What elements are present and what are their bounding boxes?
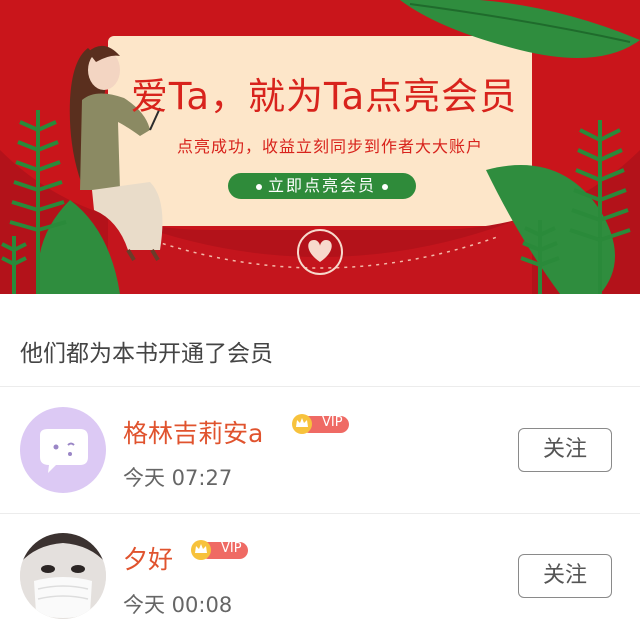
member-row[interactable]: 夕好 VIP 今天 00:08 关注 [0,514,640,633]
banner-title: 爱Ta，就为Ta点亮会员 [130,75,518,118]
member-time: 今天 07:27 [123,466,233,490]
member-name[interactable]: 夕好 [123,540,173,576]
membership-banner[interactable]: 爱Ta，就为Ta点亮会员 点亮成功，收益立刻同步到作者大大账户 立即点亮会员 [0,0,640,294]
activate-membership-button[interactable]: 立即点亮会员 [228,173,416,199]
vip-badge-text: VIP [221,541,242,556]
dot-icon [382,183,388,190]
follow-button[interactable]: 关注 [518,554,612,598]
chat-bubble-icon [40,429,88,473]
vip-badge: VIP [291,413,351,434]
member-name[interactable]: 格林吉莉安a [123,414,263,450]
activate-membership-label: 立即点亮会员 [267,176,376,195]
avatar[interactable] [20,533,106,619]
member-row[interactable]: 格林吉莉安a VIP 今天 07:27 关注 [0,387,640,513]
vip-badge: VIP [190,539,250,560]
user-photo [20,533,106,619]
banner-subtitle: 点亮成功，收益立刻同步到作者大大账户 [176,137,483,156]
dot-icon [255,183,262,190]
follow-button[interactable]: 关注 [518,428,612,472]
vip-badge-text: VIP [322,415,343,430]
avatar[interactable] [20,407,106,493]
section-title: 他们都为本书开通了会员 [20,341,273,367]
member-time: 今天 00:08 [123,593,233,617]
